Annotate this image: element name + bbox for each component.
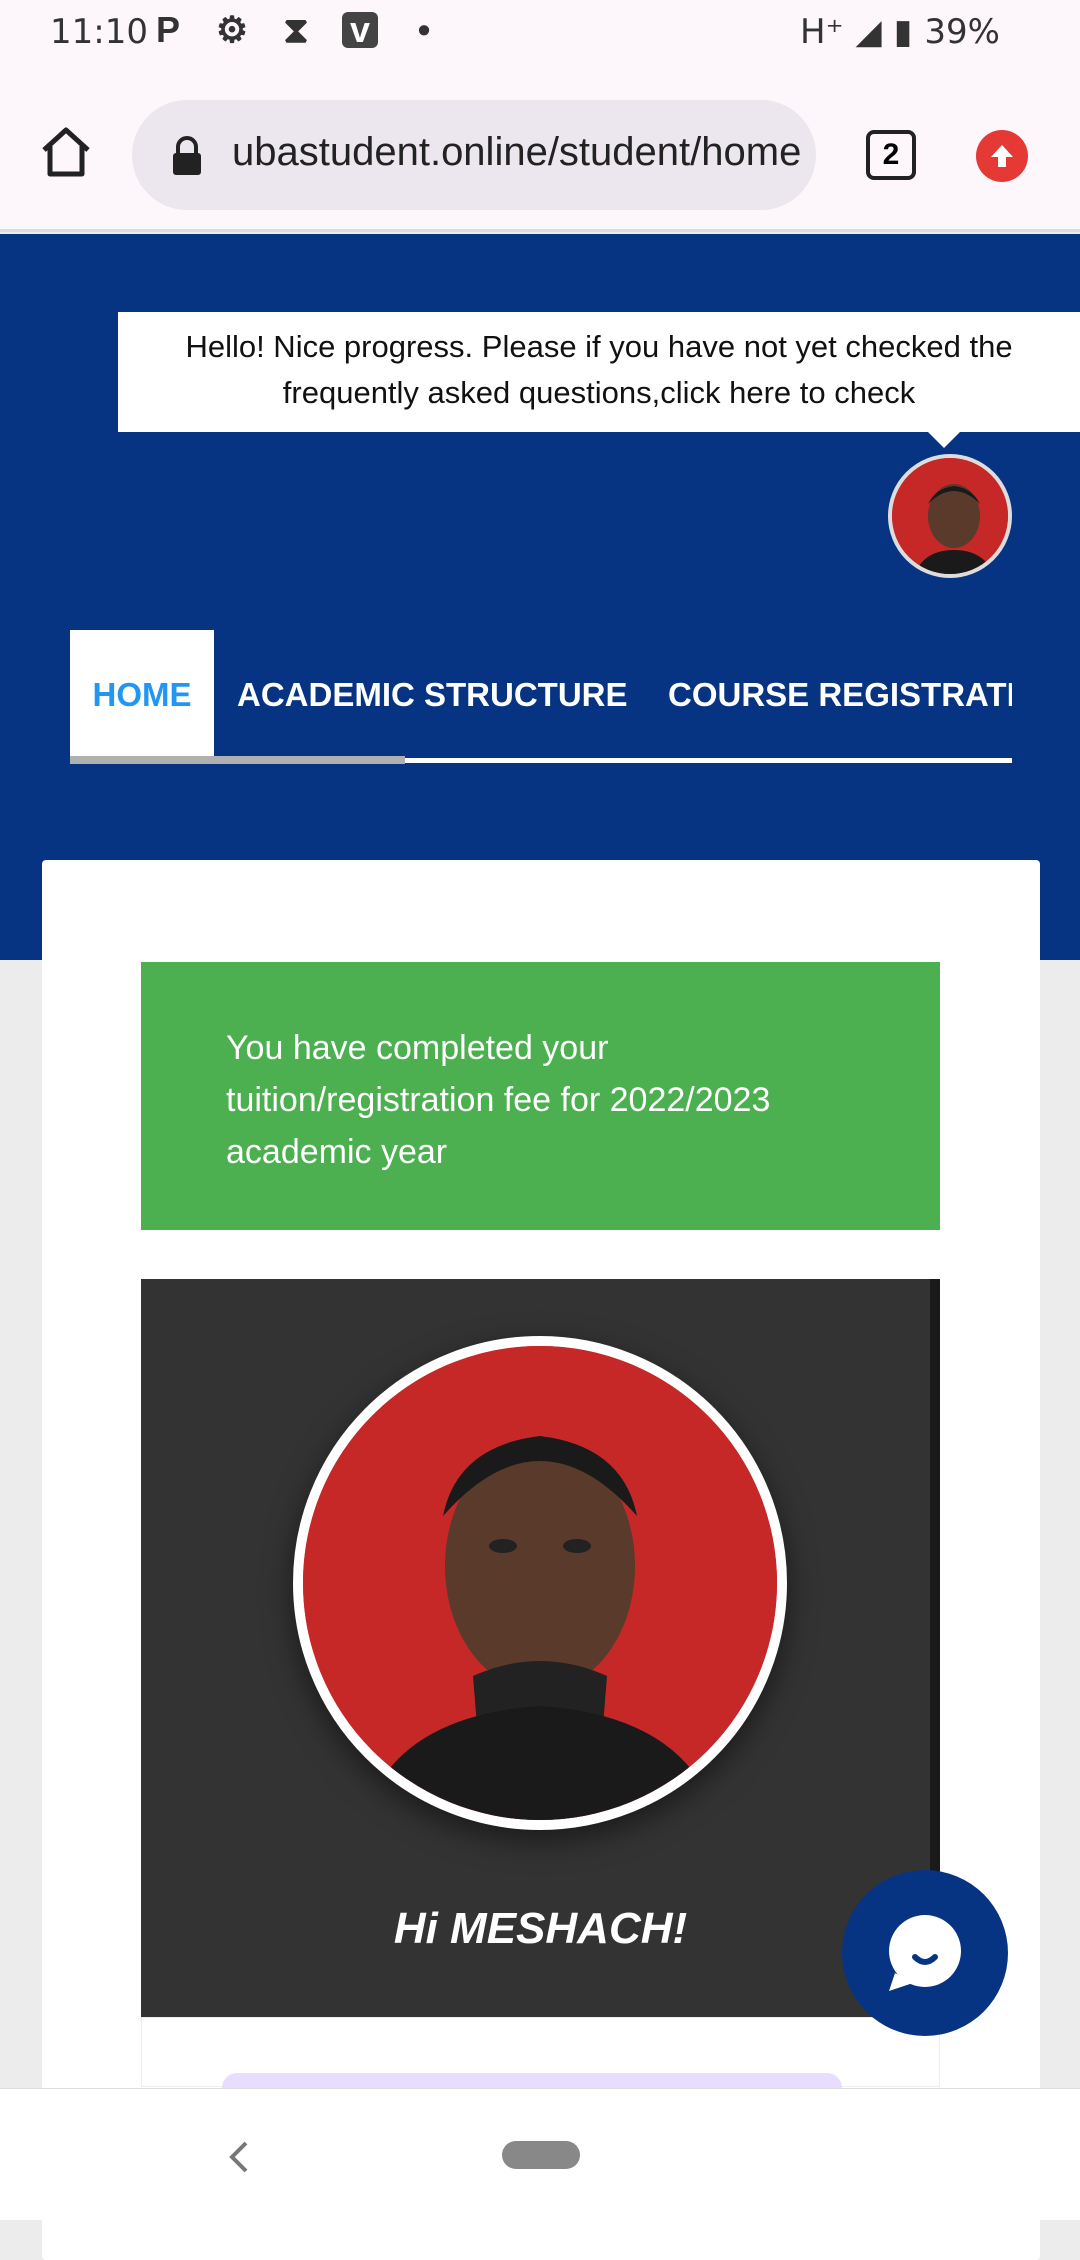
tab-course-registration[interactable]: COURSE REGISTRATION — [668, 630, 1012, 760]
hourglass-icon: ⧗ — [283, 8, 309, 50]
address-bar[interactable]: ubastudent.online/student/home — [132, 100, 816, 210]
chat-button[interactable] — [842, 1870, 1008, 2036]
upload-arrow-icon[interactable] — [976, 130, 1028, 182]
status-time: 11:10 — [50, 12, 148, 52]
system-nav-bar — [0, 2088, 1080, 2220]
browser-toolbar: ubastudent.online/student/home 2 — [0, 64, 1080, 232]
battery-level: 39% — [924, 12, 1000, 52]
settings-gear-icon: ⚙ — [215, 9, 249, 50]
fee-status-alert: You have completed your tuition/registra… — [141, 962, 940, 1230]
back-chevron-icon[interactable] — [224, 2137, 254, 2177]
battery-icon: ▮ — [893, 12, 913, 52]
lock-icon — [170, 136, 204, 176]
status-bar: 11:10 P ⚙ ⧗ v • H⁺ ◢ ▮ 39% — [0, 0, 1080, 64]
network-indicator: H⁺ — [800, 12, 844, 52]
next-section — [141, 2017, 940, 2103]
tab-home[interactable]: HOME — [70, 630, 214, 760]
greeting-text: Hi MESHACH! — [393, 1904, 688, 1953]
tab-switcher-button[interactable]: 2 — [866, 130, 916, 180]
tab-academic-structure[interactable]: ACADEMIC STRUCTURE — [237, 630, 628, 760]
signal-icon: ◢ — [855, 12, 882, 52]
url-text[interactable]: ubastudent.online/student/home — [232, 130, 801, 175]
v-app-icon: v — [342, 9, 378, 50]
notification-icons: P ⚙ ⧗ v • — [150, 8, 442, 51]
more-dot-icon: • — [417, 9, 431, 50]
avatar[interactable] — [888, 454, 1012, 578]
nav-active-indicator — [70, 756, 405, 764]
home-icon[interactable] — [38, 124, 94, 180]
chat-bubble-icon — [889, 1915, 961, 1991]
main-nav: HOME ACADEMIC STRUCTURE COURSE REGISTRAT… — [70, 630, 1012, 764]
home-pill-icon[interactable] — [502, 2141, 580, 2169]
faq-tooltip[interactable]: Hello! Nice progress. Please if you have… — [118, 312, 1080, 448]
profile-panel: Hi MESHACH! — [141, 1279, 940, 2017]
profile-photo — [293, 1336, 787, 1830]
parking-app-icon: P — [155, 9, 180, 50]
